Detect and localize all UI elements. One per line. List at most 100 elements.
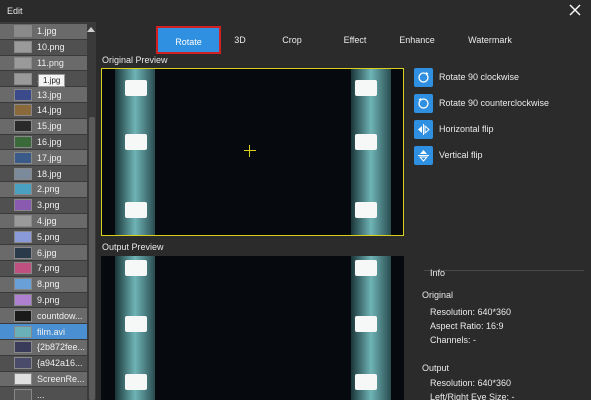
- file-list-item[interactable]: 14.jpg: [0, 102, 87, 119]
- file-list-item[interactable]: ScreenRe...: [0, 371, 87, 388]
- file-list-item[interactable]: 3.png: [0, 197, 87, 214]
- horizontal-flip-button[interactable]: Horizontal flip: [414, 116, 591, 142]
- rotate-cw-icon: [414, 67, 433, 87]
- tab-rotate[interactable]: Rotate: [156, 26, 221, 54]
- original-channels: Channels: -: [430, 335, 477, 345]
- file-thumbnail: [14, 325, 32, 338]
- original-heading: Original: [422, 290, 454, 300]
- original-resolution: Resolution: 640*360: [430, 307, 512, 317]
- file-thumbnail: [14, 278, 32, 291]
- file-name: 2.png: [37, 184, 60, 195]
- output-heading: Output: [422, 363, 450, 373]
- file-list-item[interactable]: 10.png: [0, 39, 87, 56]
- file-name: 11.png: [37, 57, 64, 68]
- file-name: 9.png: [37, 294, 60, 305]
- info-divider: [424, 270, 584, 271]
- file-list-item[interactable]: {2b872fee...: [0, 339, 87, 356]
- file-list-item[interactable]: 6.jpg: [0, 245, 87, 261]
- edit-tabs: Rotate 3D Crop Effect Enhance Watermark: [150, 22, 591, 54]
- file-list-item[interactable]: 11.png: [0, 55, 87, 72]
- film-hole: [125, 316, 147, 332]
- file-list-item[interactable]: 13.jpg: [0, 87, 87, 103]
- file-list-item[interactable]: 1.jpg: [0, 24, 87, 40]
- file-sidebar: 1.jpg10.png11.png12.png13.jpg14.jpg15.jp…: [0, 22, 96, 400]
- tab-watermark[interactable]: Watermark: [463, 26, 517, 54]
- file-thumbnail: [14, 262, 32, 275]
- file-name: 5.png: [37, 231, 60, 242]
- file-thumbnail: [14, 183, 32, 196]
- file-name: 13.jpg: [37, 89, 62, 100]
- file-list-item[interactable]: {a942a16...: [0, 355, 87, 372]
- file-list-item[interactable]: film.avi: [0, 324, 87, 340]
- file-list-item[interactable]: 5.png: [0, 229, 87, 246]
- file-name: 4.jpg: [37, 215, 57, 226]
- file-thumbnail: [14, 25, 32, 38]
- film-hole: [355, 374, 377, 390]
- tab-enhance[interactable]: Enhance: [395, 26, 439, 54]
- file-thumbnail: [14, 167, 32, 180]
- output-preview: [101, 256, 404, 400]
- file-name: ScreenRe...: [37, 373, 85, 384]
- info-heading: Info: [430, 268, 446, 278]
- file-list-item[interactable]: 8.png: [0, 276, 87, 293]
- original-preview-label: Original Preview: [102, 55, 168, 65]
- file-list-item[interactable]: 2.png: [0, 181, 87, 198]
- file-list-item[interactable]: 4.jpg: [0, 213, 87, 230]
- flip-horizontal-icon: [414, 119, 433, 139]
- file-name: 7.png: [37, 263, 60, 274]
- file-tooltip: 1.jpg: [38, 74, 66, 87]
- file-thumbnail: [14, 199, 32, 212]
- film-hole: [125, 260, 147, 276]
- file-thumbnail: [14, 88, 32, 101]
- output-preview-label: Output Preview: [102, 242, 164, 252]
- file-thumbnail: [14, 230, 32, 243]
- file-name: 15.jpg: [37, 121, 62, 132]
- file-list-item[interactable]: 9.png: [0, 292, 87, 309]
- file-thumbnail: [14, 246, 32, 259]
- file-list-item[interactable]: 18.jpg: [0, 166, 87, 182]
- file-thumbnail: [14, 309, 32, 322]
- vertical-flip-button[interactable]: Vertical flip: [414, 142, 591, 168]
- tab-3d[interactable]: 3D: [228, 26, 252, 54]
- file-list-item[interactable]: 17.jpg: [0, 150, 87, 167]
- rotate-ccw-button[interactable]: Rotate 90 counterclockwise: [414, 90, 591, 116]
- file-name: 17.jpg: [37, 152, 62, 163]
- file-name: 6.jpg: [37, 247, 57, 258]
- vertical-flip-label: Vertical flip: [439, 150, 483, 160]
- film-hole: [355, 316, 377, 332]
- file-list-item[interactable]: 16.jpg: [0, 134, 87, 151]
- title-bar: Edit: [0, 0, 591, 22]
- tab-effect[interactable]: Effect: [339, 26, 371, 54]
- output-resolution: Resolution: 640*360: [430, 378, 512, 388]
- flip-vertical-icon: [414, 145, 433, 165]
- tab-crop[interactable]: Crop: [276, 26, 308, 54]
- output-eye-size: Left/Right Eye Size: -: [430, 392, 515, 400]
- scroll-up-icon[interactable]: [87, 24, 95, 32]
- file-name: 3.png: [37, 200, 60, 211]
- file-name: 16.jpg: [37, 136, 62, 147]
- file-list-item[interactable]: countdow...: [0, 308, 87, 325]
- rotate-ccw-icon: [414, 93, 433, 113]
- rotate-ccw-label: Rotate 90 counterclockwise: [439, 98, 550, 108]
- horizontal-flip-label: Horizontal flip: [439, 124, 494, 134]
- file-name: 10.png: [37, 42, 65, 53]
- film-hole: [355, 260, 377, 276]
- file-name: countdow...: [37, 310, 83, 321]
- sidebar-scrollbar[interactable]: [89, 117, 95, 400]
- rotate-cw-button[interactable]: Rotate 90 clockwise: [414, 64, 591, 90]
- rotate-actions: Rotate 90 clockwise Rotate 90 counterclo…: [414, 64, 591, 168]
- file-name: 1.jpg: [37, 26, 57, 37]
- file-thumbnail: [14, 341, 32, 354]
- file-list-item[interactable]: ...: [0, 387, 87, 400]
- file-thumbnail: [14, 151, 32, 164]
- rotate-cw-label: Rotate 90 clockwise: [439, 72, 520, 82]
- file-name: 18.jpg: [37, 168, 62, 179]
- file-list-item[interactable]: 7.png: [0, 260, 87, 277]
- file-name: 8.png: [37, 279, 60, 290]
- file-name: {a942a16...: [37, 358, 83, 369]
- file-list-item[interactable]: 15.jpg: [0, 118, 87, 135]
- crosshair-icon: [244, 145, 256, 157]
- close-icon[interactable]: [568, 3, 582, 17]
- file-thumbnail: [14, 120, 32, 133]
- file-name: ...: [37, 389, 45, 400]
